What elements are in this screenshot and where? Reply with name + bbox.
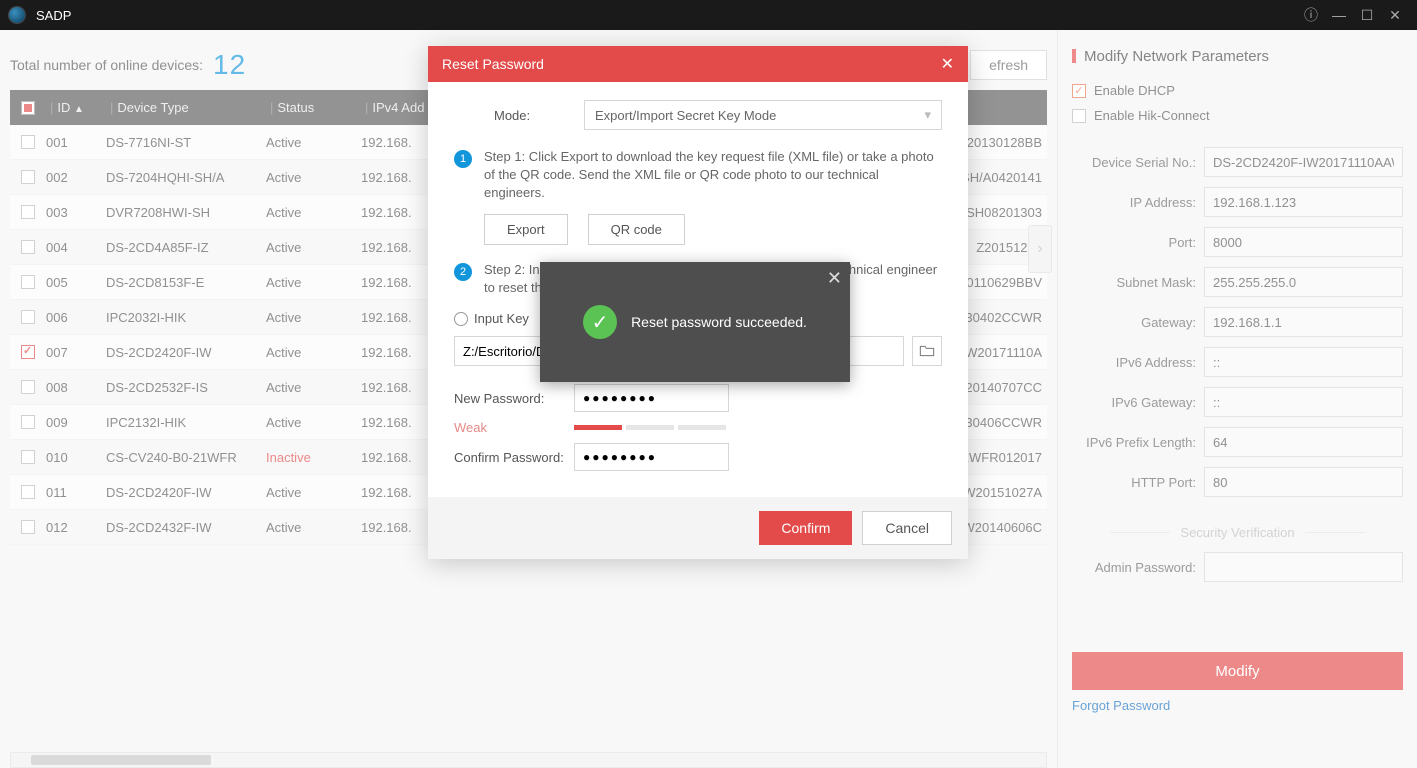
chevron-down-icon: ▾ (924, 107, 931, 123)
modal-close-icon[interactable]: ✕ (941, 54, 954, 74)
close-icon[interactable]: ✕ (1381, 0, 1409, 30)
input-key-radio[interactable]: Input Key (454, 311, 529, 326)
step-2-badge: 2 (454, 263, 472, 281)
password-strength-label: Weak (454, 420, 574, 435)
new-password-label: New Password: (454, 391, 574, 406)
toast-message: Reset password succeeded. (631, 314, 807, 330)
step-1-badge: 1 (454, 150, 472, 168)
cancel-button[interactable]: Cancel (862, 511, 952, 545)
mode-select[interactable]: Export/Import Secret Key Mode▾ (584, 100, 942, 130)
app-logo (8, 6, 26, 24)
maximize-icon[interactable]: ☐ (1353, 0, 1381, 30)
password-strength-bar (574, 425, 726, 430)
success-toast: ✕ ✓ Reset password succeeded. (540, 262, 850, 382)
new-password-input[interactable] (574, 384, 729, 412)
export-button[interactable]: Export (484, 214, 568, 245)
info-icon[interactable]: ⓘ (1297, 0, 1325, 30)
browse-folder-icon[interactable] (912, 336, 942, 366)
minimize-icon[interactable]: ― (1325, 0, 1353, 30)
confirm-button[interactable]: Confirm (759, 511, 852, 545)
success-check-icon: ✓ (583, 305, 617, 339)
app-title: SADP (36, 8, 71, 23)
titlebar: SADP ⓘ ― ☐ ✕ (0, 0, 1417, 30)
qr-code-button[interactable]: QR code (588, 214, 685, 245)
confirm-password-label: Confirm Password: (454, 450, 574, 465)
modal-title: Reset Password (442, 56, 544, 72)
mode-label: Mode: (454, 108, 584, 123)
toast-close-icon[interactable]: ✕ (827, 268, 842, 289)
step-1-text: Step 1: Click Export to download the key… (484, 148, 942, 202)
confirm-password-input[interactable] (574, 443, 729, 471)
